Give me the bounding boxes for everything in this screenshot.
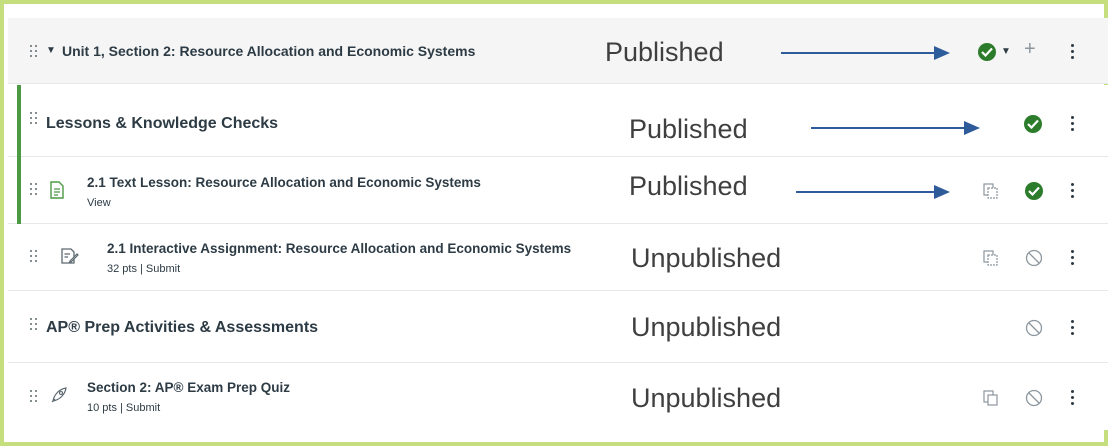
item-status-annotation: Unpublished <box>631 312 782 342</box>
annotation-arrow <box>811 121 980 135</box>
published-check-icon[interactable] <box>1024 115 1042 133</box>
published-section-indicator <box>17 85 21 224</box>
subheader-title[interactable]: Lessons & Knowledge Checks <box>46 115 278 133</box>
kebab-menu-icon[interactable] <box>1070 320 1074 336</box>
list-item[interactable]: AP® Prep Activities & Assessments Unpubl… <box>8 291 1108 363</box>
module-status-annotation: Published <box>605 37 724 67</box>
item-meta[interactable]: 10 pts | Submit <box>87 402 160 414</box>
published-check-icon[interactable] <box>978 43 996 61</box>
item-title[interactable]: 2.1 Text Lesson: Resource Allocation and… <box>87 175 481 190</box>
drag-handle-icon[interactable] <box>30 390 38 404</box>
item-title[interactable]: 2.1 Interactive Assignment: Resource All… <box>107 241 571 256</box>
drag-handle-icon[interactable] <box>30 250 38 264</box>
unpublished-circle-icon[interactable] <box>1025 319 1043 337</box>
unpublished-circle-icon[interactable] <box>1025 389 1043 407</box>
item-status-annotation: Published <box>629 114 748 144</box>
list-item[interactable]: Lessons & Knowledge Checks Published <box>8 85 1108 157</box>
duplicate-icon[interactable] <box>983 183 999 199</box>
drag-handle-icon[interactable] <box>30 318 38 332</box>
annotation-arrow <box>781 46 950 60</box>
modules-panel: ▼ Unit 1, Section 2: Resource Allocation… <box>0 0 1108 446</box>
list-item[interactable]: 2.1 Interactive Assignment: Resource All… <box>8 224 1108 291</box>
unpublished-circle-icon[interactable] <box>1025 249 1043 267</box>
plus-icon[interactable]: + <box>1024 38 1036 61</box>
assignment-icon <box>61 247 79 270</box>
list-item[interactable]: Section 2: AP® Exam Prep Quiz 10 pts | S… <box>8 363 1108 430</box>
kebab-menu-icon[interactable] <box>1070 116 1074 132</box>
page-icon <box>50 181 64 204</box>
item-meta[interactable]: View <box>87 197 111 209</box>
publish-menu-caret-icon[interactable]: ▼ <box>1001 46 1011 57</box>
list-item[interactable]: 2.1 Text Lesson: Resource Allocation and… <box>8 157 1108 224</box>
kebab-menu-icon[interactable] <box>1070 390 1074 406</box>
kebab-menu-icon[interactable] <box>1070 250 1074 266</box>
item-status-annotation: Published <box>629 171 748 201</box>
drag-handle-icon[interactable] <box>30 45 38 59</box>
subheader-title[interactable]: AP® Prep Activities & Assessments <box>46 319 318 337</box>
annotation-arrow <box>796 185 950 199</box>
item-title[interactable]: Section 2: AP® Exam Prep Quiz <box>87 380 290 395</box>
drag-handle-icon[interactable] <box>30 112 38 126</box>
module-title[interactable]: Unit 1, Section 2: Resource Allocation a… <box>62 43 475 59</box>
quiz-rocket-icon <box>50 386 68 409</box>
drag-handle-icon[interactable] <box>30 183 38 197</box>
duplicate-icon[interactable] <box>983 250 999 266</box>
item-status-annotation: Unpublished <box>631 383 782 413</box>
item-meta[interactable]: 32 pts | Submit <box>107 263 180 275</box>
module-header[interactable]: ▼ Unit 1, Section 2: Resource Allocation… <box>8 18 1108 84</box>
published-check-icon[interactable] <box>1025 182 1043 200</box>
item-status-annotation: Unpublished <box>631 243 782 273</box>
kebab-menu-icon[interactable] <box>1070 44 1074 60</box>
kebab-menu-icon[interactable] <box>1070 183 1074 199</box>
caret-down-icon[interactable]: ▼ <box>46 45 56 56</box>
duplicate-icon[interactable] <box>983 390 999 406</box>
